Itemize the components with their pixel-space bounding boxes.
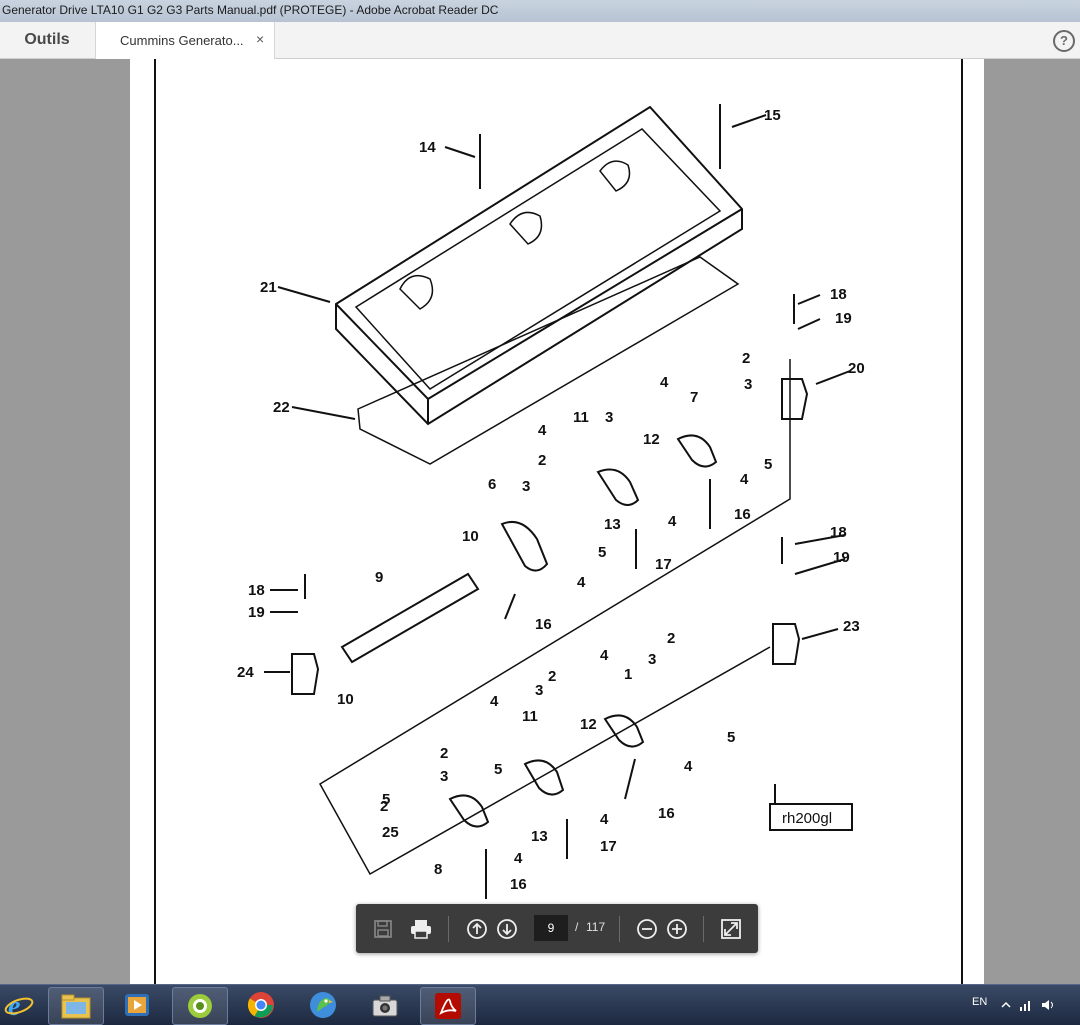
callout-label: 9	[375, 569, 383, 586]
tab-document[interactable]: Cummins Generato... ×	[95, 22, 275, 59]
close-tab-icon[interactable]: ×	[256, 31, 264, 47]
callout-label: 16	[535, 616, 552, 633]
floating-page-toolbar: / 117	[356, 904, 758, 953]
toolbar-divider	[703, 916, 704, 942]
document-viewer[interactable]: 14 15 21 22 18 19 20 2 4 3 7 11 3 12 5 4…	[0, 59, 1080, 984]
callout-label: 22	[273, 399, 290, 416]
callout-label: 4	[600, 647, 609, 664]
toolbar-divider	[448, 916, 449, 942]
callout-label: 3	[522, 478, 530, 495]
callout-label: 3	[605, 409, 613, 426]
callout-label: 18	[830, 286, 847, 303]
figure-id-label: rh200gl	[782, 810, 832, 827]
callout-label: 21	[260, 279, 277, 296]
callout-label: 2	[548, 668, 556, 685]
callout-label: 17	[600, 838, 617, 855]
page-total: 117	[586, 920, 606, 934]
tab-bar: Outils Cummins Generato... × ?	[0, 22, 1080, 59]
callout-label: 2	[538, 452, 546, 469]
media-player-icon[interactable]	[110, 987, 164, 1023]
callout-label: 2	[742, 350, 750, 367]
callout-label: 16	[510, 876, 527, 893]
callout-label: 23	[843, 618, 860, 635]
callout-label: 13	[604, 516, 621, 533]
callout-label: 25	[382, 824, 399, 841]
callout-label: 6	[488, 476, 496, 493]
callout-label: 18	[248, 582, 265, 599]
app-parrot-icon[interactable]	[296, 987, 350, 1023]
callout-label: 11	[522, 708, 538, 725]
callout-label: 2	[667, 630, 675, 647]
page-number-input[interactable]	[534, 915, 568, 941]
window-titlebar: Generator Drive LTA10 G1 G2 G3 Parts Man…	[0, 0, 1080, 23]
callout-label: 19	[835, 310, 852, 327]
tab-document-label: Cummins Generato...	[120, 33, 244, 48]
callout-label: 2	[440, 745, 448, 762]
camera-icon[interactable]	[358, 987, 412, 1023]
callout-label: 4	[660, 374, 669, 391]
tray-arrow-icon[interactable]	[996, 987, 1016, 1023]
windows-taskbar: e EN	[0, 984, 1080, 1025]
callout-label: 4	[600, 811, 609, 828]
callout-label: 4	[577, 574, 586, 591]
window-title: Generator Drive LTA10 G1 G2 G3 Parts Man…	[2, 3, 499, 17]
callout-label: 14	[419, 139, 436, 156]
fit-page-icon[interactable]	[718, 916, 744, 942]
svg-text:e: e	[8, 991, 20, 1020]
callout-label: 4	[514, 850, 523, 867]
callout-label: 10	[337, 691, 354, 708]
callout-label: 12	[643, 431, 660, 448]
help-icon[interactable]: ?	[1053, 30, 1075, 52]
file-explorer-icon[interactable]	[48, 987, 104, 1025]
callout-label: 5	[598, 544, 606, 561]
callout-label: 11	[573, 409, 589, 426]
callout-label: 3	[440, 768, 448, 785]
callout-label: 5	[382, 791, 390, 808]
callout-label: 24	[237, 664, 254, 681]
callout-label: 12	[580, 716, 597, 733]
callout-label: 7	[690, 389, 698, 406]
callout-label: 15	[764, 107, 781, 124]
network-icon[interactable]	[1016, 987, 1036, 1023]
chrome-icon[interactable]	[234, 987, 288, 1023]
page-down-icon[interactable]	[494, 916, 520, 942]
callout-label: 5	[764, 456, 772, 473]
save-icon[interactable]	[370, 916, 396, 942]
print-icon[interactable]	[408, 916, 434, 942]
callout-label: 10	[462, 528, 479, 545]
input-language-indicator[interactable]: EN	[972, 996, 987, 1008]
callout-label: 4	[538, 422, 547, 439]
callout-label: 16	[658, 805, 675, 822]
callout-label: 13	[531, 828, 548, 845]
callout-label: 3	[535, 682, 543, 699]
page-separator: /	[575, 920, 579, 934]
callout-label: 18	[830, 524, 847, 541]
zoom-in-icon[interactable]	[664, 916, 690, 942]
callout-label: 8	[434, 861, 442, 878]
callout-label: 5	[494, 761, 502, 778]
callout-label: 3	[648, 651, 656, 668]
internet-explorer-icon[interactable]: e	[0, 987, 46, 1023]
zoom-out-icon[interactable]	[634, 916, 660, 942]
page-up-icon[interactable]	[464, 916, 490, 942]
callout-label: 19	[833, 549, 850, 566]
callout-label: 5	[727, 729, 735, 746]
callout-label: 4	[668, 513, 677, 530]
callout-label: 4	[490, 693, 499, 710]
callout-label: 4	[740, 471, 749, 488]
pdf-page: 14 15 21 22 18 19 20 2 4 3 7 11 3 12 5 4…	[130, 59, 984, 984]
app-icon[interactable]	[172, 987, 228, 1025]
tab-tools[interactable]: Outils	[0, 22, 94, 58]
acrobat-icon[interactable]	[420, 987, 476, 1025]
volume-icon[interactable]	[1038, 987, 1058, 1023]
callout-label: 19	[248, 604, 265, 621]
parts-drawing: 14 15 21 22 18 19 20 2 4 3 7 11 3 12 5 4…	[154, 59, 963, 984]
callout-label: 20	[848, 360, 865, 377]
callout-label: 4	[684, 758, 693, 775]
toolbar-divider	[619, 916, 620, 942]
callout-label: 16	[734, 506, 751, 523]
callout-label: 1	[624, 666, 632, 683]
callout-label: 17	[655, 556, 672, 573]
callout-label: 3	[744, 376, 752, 393]
